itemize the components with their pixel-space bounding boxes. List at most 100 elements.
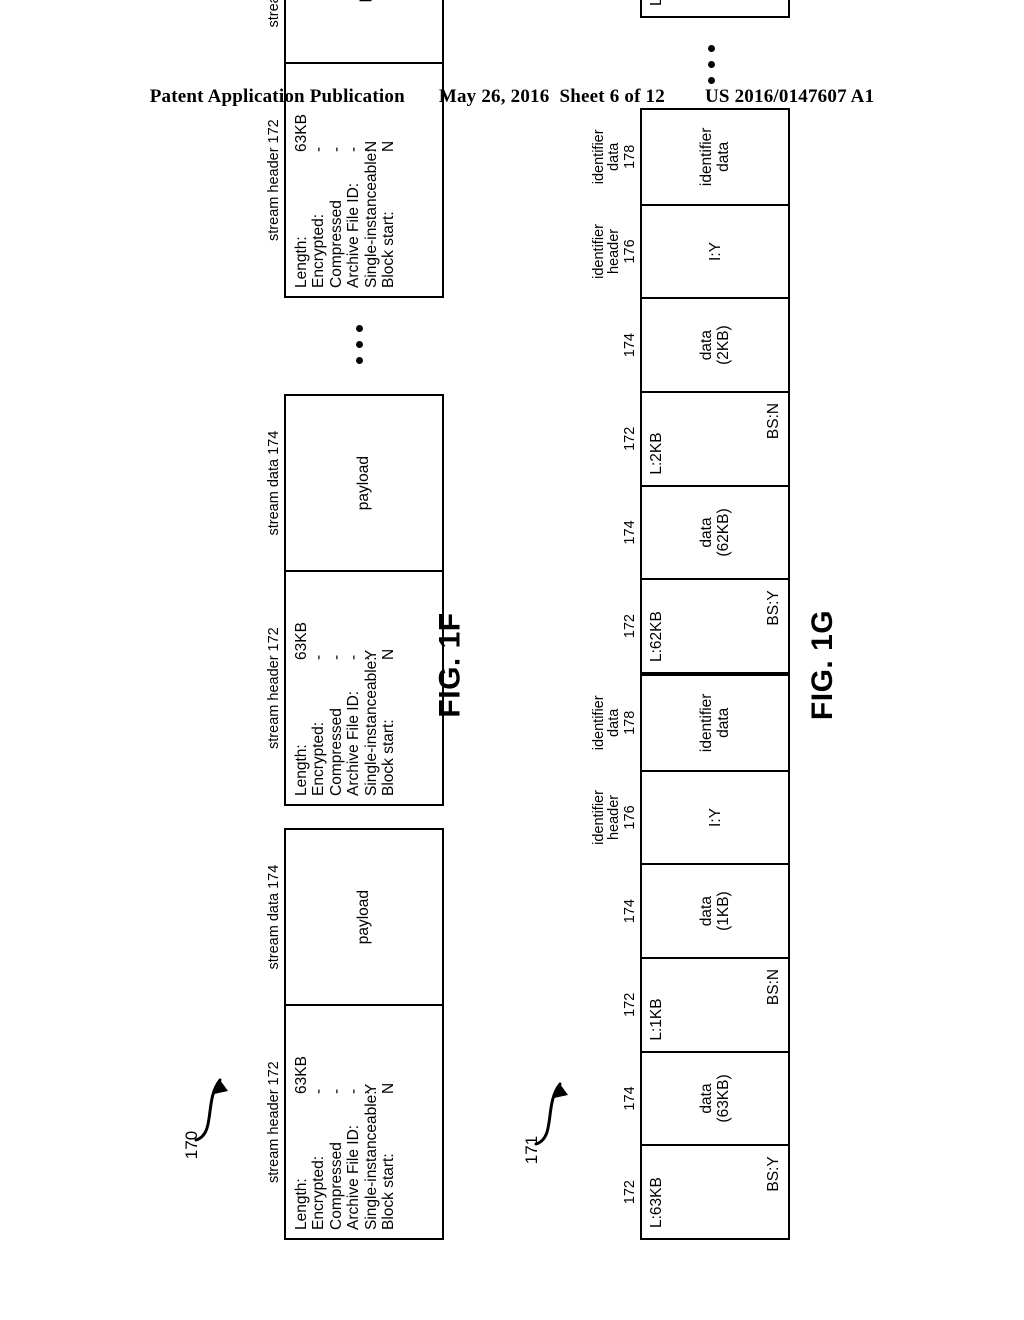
caption-ref: 178 (621, 144, 638, 169)
stream-data-cell: 174 data (63KB) (622, 1050, 788, 1145)
identifier-flag-value: I:Y (706, 807, 724, 827)
ref-caption: 172 (621, 426, 638, 451)
figure-1g-title: FIG. 1G (806, 609, 840, 721)
field-row: Block start: N (380, 1014, 397, 1230)
identifier-data-line-1: identifier (698, 693, 715, 753)
field-value: - (310, 654, 328, 660)
data-size: (63KB) (715, 1074, 732, 1123)
stream-header-cell: stream header 172 Length: 63KB Encrypted:… (266, 570, 442, 804)
length-value: L:2KB (648, 432, 665, 475)
ref-caption: 174 (621, 520, 638, 545)
field-value: Y (362, 1083, 380, 1094)
field-row: Encrypted: - (310, 72, 327, 288)
field-value: Y (362, 649, 380, 660)
field-value: - (345, 146, 363, 152)
stream-block: stream header 172 Length: 63KB Encrypted:… (266, 828, 444, 1240)
field-row: Compressed - (328, 1014, 345, 1230)
blockstart-value: BS:Y (765, 1156, 782, 1192)
caption-line-1: identifier (590, 695, 607, 751)
field-label: Compressed (327, 708, 345, 796)
data-label: data (698, 330, 715, 361)
field-row: Encrypted: - (310, 1014, 327, 1230)
field-value: N (380, 648, 398, 660)
stream-data-cell: stream data 174 payload (266, 830, 442, 1004)
identifier-header-caption: identifier header 176 (590, 772, 643, 864)
field-value: - (327, 146, 345, 152)
stream-run: 172 L:62KB BS:Y 174 data (62KB) 172 L:2K… (591, 108, 790, 674)
caption-line-1: identifier (590, 224, 607, 279)
stream-data-caption: stream data 174 (266, 0, 287, 62)
identifier-data-line-2: data (715, 141, 732, 172)
identifier-data-caption: identifier data 178 (590, 676, 643, 770)
ref-caption: 174 (621, 333, 638, 358)
field-row: Archive File ID: - (345, 1014, 362, 1230)
field-value: 63KB (293, 622, 310, 660)
field-value: 63KB (293, 1056, 310, 1094)
field-row: Length: 63KB (293, 580, 310, 796)
data-label: data (698, 517, 715, 548)
identifier-header-cell: identifier header 176 I:Y (591, 769, 788, 864)
reference-arrow-170 (194, 1078, 228, 1142)
field-row: Compressed - (328, 580, 345, 796)
data-label: data (698, 896, 715, 927)
field-value: - (345, 1088, 363, 1094)
identifier-data-cell: identifier data 178 identifier data (591, 110, 788, 204)
field-label: Single-instanceable: (362, 1090, 380, 1230)
field-row: Archive File ID: - (345, 72, 362, 288)
figure-canvas: stream header 172 Length: 63KB Encrypted:… (0, 0, 1024, 1320)
field-value: - (310, 146, 328, 152)
stream-header-cell: 172 L:63KB BS:Y (622, 1144, 788, 1238)
field-value: - (327, 654, 345, 660)
field-value: N (362, 140, 380, 152)
figure-1f-title: FIG. 1F (433, 612, 467, 718)
field-value: 63KB (293, 114, 310, 152)
payload-label: payload (355, 455, 372, 511)
field-value: - (345, 654, 363, 660)
length-value: L:62KB (648, 611, 665, 662)
identifier-header-caption: identifier header 176 (590, 206, 643, 298)
stream-header-cell: stream header 172 Length: 63KB Encrypted:… (266, 62, 442, 296)
ref-caption: 172 (621, 614, 638, 639)
stream-data-cell: 174 data (62KB) (622, 484, 788, 579)
field-row: Compressed - (328, 72, 345, 288)
ellipsis-dots (708, 45, 715, 84)
identifier-flag-value: I:Y (706, 241, 724, 261)
data-label: data (698, 1083, 715, 1114)
blockstart-value: BS:N (765, 968, 782, 1006)
identifier-data-caption: identifier data 178 (591, 110, 643, 204)
data-size: (62KB) (715, 508, 732, 557)
data-size: (1KB) (715, 891, 732, 931)
field-row: Archive File ID: - (345, 580, 362, 796)
ref-caption: 172 (623, 0, 643, 16)
field-label: Block start: (380, 211, 398, 288)
caption-ref: 176 (621, 239, 638, 264)
blockstart-value: BS:N (765, 402, 782, 440)
blockstart-value: BS:Y (765, 590, 782, 626)
caption-line-2: header (606, 228, 622, 275)
payload-label: payload (355, 889, 372, 945)
identifier-header-cell: identifier header 176 I:Y (591, 203, 788, 298)
length-value: L:63KB (648, 1177, 665, 1228)
field-label: Block start: (380, 719, 398, 796)
stream-header-cell: 172 L:62KB BS:Y (622, 578, 788, 672)
field-label: Single-instanceable: (362, 148, 380, 288)
field-label: Encrypted: (310, 721, 328, 796)
field-row: Block start: N (380, 580, 397, 796)
field-label: Block start: (380, 1153, 398, 1230)
caption-ref: 178 (621, 710, 638, 735)
ref-caption: 172 (621, 992, 638, 1017)
caption-line-1: identifier (590, 790, 607, 845)
ellipsis-dots (356, 325, 363, 364)
stream-data-cell: stream data 174 payload (266, 396, 442, 570)
field-label: Archive File ID: (345, 690, 363, 796)
identifier-data-cell: identifier data 178 identifier data (591, 676, 788, 770)
field-label: Compressed (327, 200, 345, 288)
field-label: Compressed (327, 1142, 345, 1230)
figure-1g: 172 L:63KB BS:Y 174 data (63KB) 172 L:1K… (591, 0, 830, 1240)
field-row: Length: 63KB (293, 1014, 310, 1230)
stream-header-caption: stream header 172 (265, 1061, 282, 1183)
field-label: Length: (293, 236, 310, 288)
identifier-data-line-1: identifier (698, 127, 715, 187)
ref-caption: 174 (621, 1086, 638, 1111)
field-row: Single-instanceable: Y (363, 580, 380, 796)
